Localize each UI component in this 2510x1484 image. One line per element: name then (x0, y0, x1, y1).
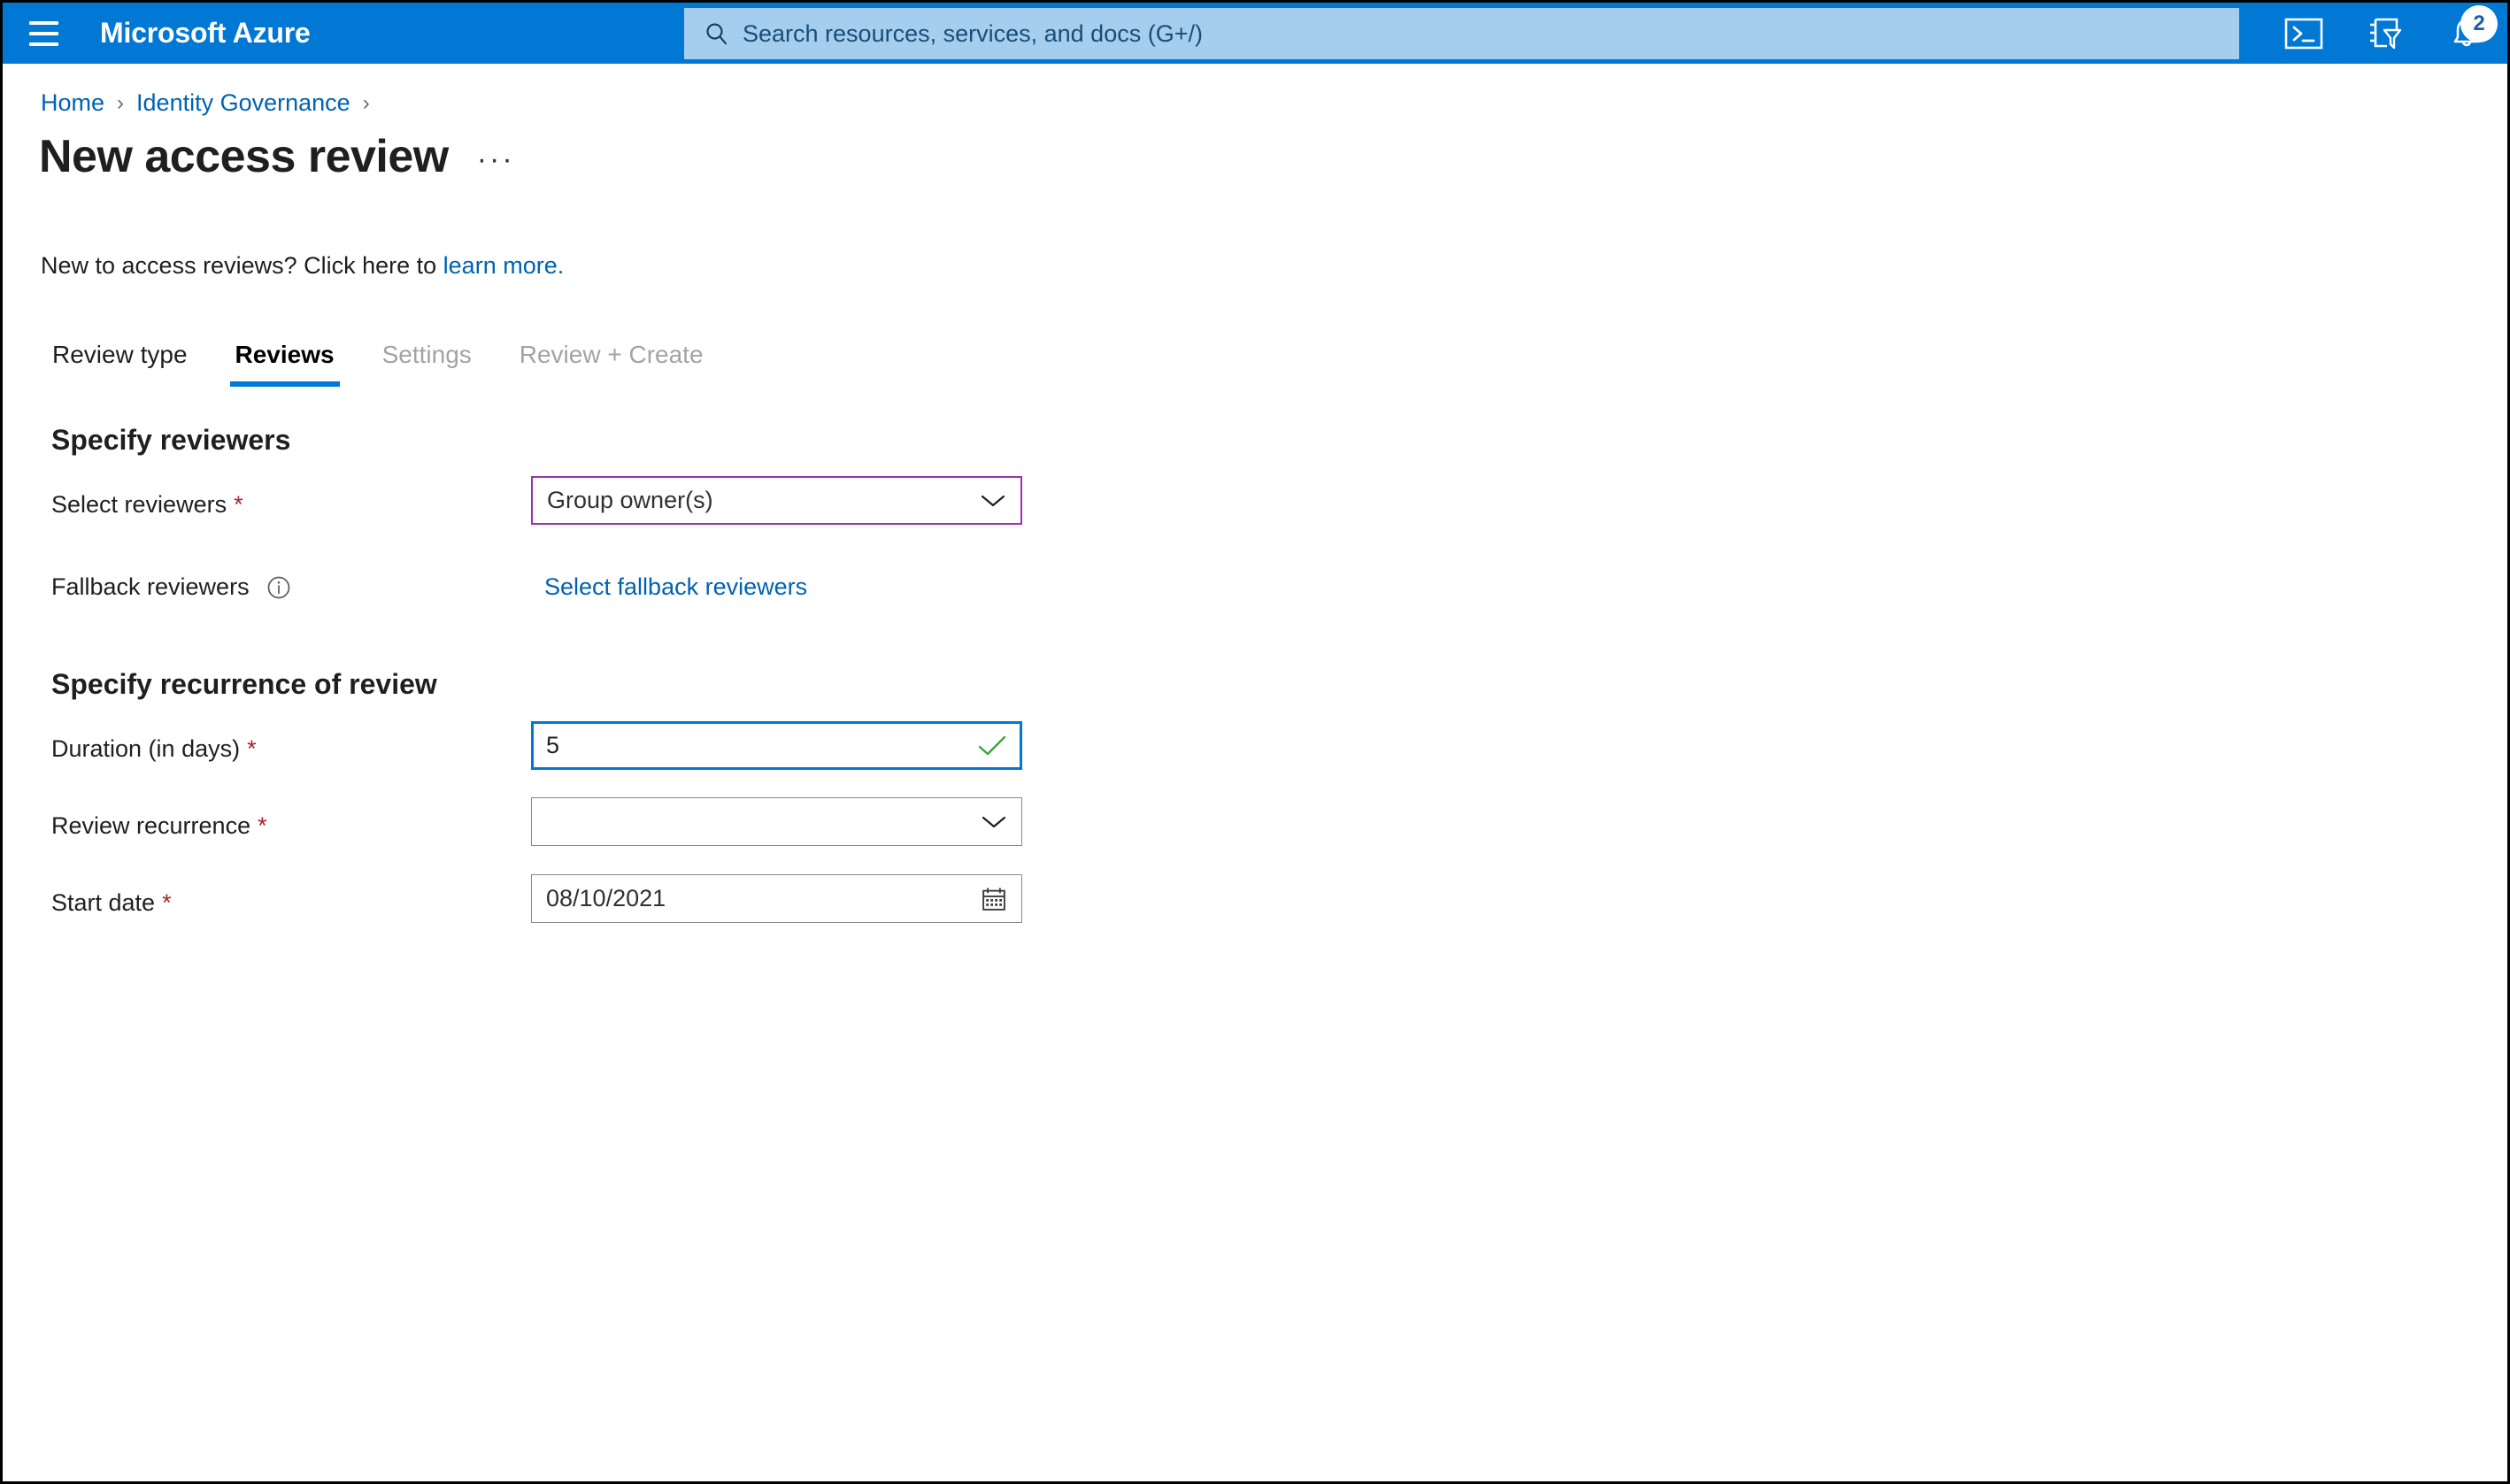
tab-reviews[interactable]: Reviews (212, 341, 358, 387)
label-review-recurrence-text: Review recurrence (51, 812, 251, 839)
duration-input[interactable] (546, 724, 977, 767)
chevron-down-icon (980, 493, 1006, 509)
required-asterisk: * (247, 735, 257, 762)
tab-review-type[interactable]: Review type (45, 341, 212, 387)
more-actions-button[interactable]: ··· (477, 144, 515, 180)
notifications-badge: 2 (2460, 5, 2498, 42)
breadcrumb-item-home[interactable]: Home (41, 89, 104, 117)
chevron-down-icon (981, 814, 1007, 830)
topbar-actions: 2 (2263, 3, 2507, 64)
breadcrumb: Home › Identity Governance › (41, 89, 382, 117)
calendar-icon[interactable] (981, 886, 1007, 912)
select-fallback-reviewers-link[interactable]: Select fallback reviewers (544, 573, 807, 601)
hamburger-bar (28, 20, 58, 25)
required-asterisk: * (162, 889, 172, 916)
start-date-input[interactable]: 08/10/2021 (531, 874, 1022, 923)
breadcrumb-item-identity-governance[interactable]: Identity Governance (136, 89, 350, 117)
intro-text: New to access reviews? Click here to lea… (41, 252, 564, 280)
directory-filter-icon[interactable] (2344, 3, 2426, 64)
label-select-reviewers: Select reviewers * (51, 491, 243, 519)
label-select-reviewers-text: Select reviewers (51, 491, 227, 518)
global-search-box[interactable] (684, 8, 2239, 59)
required-asterisk: * (258, 812, 267, 839)
hamburger-bar (28, 42, 58, 46)
hamburger-menu-icon[interactable] (15, 3, 72, 64)
info-icon[interactable] (266, 574, 292, 601)
top-navigation-bar: Microsoft Azure Search resources, servic… (3, 3, 2507, 64)
label-review-recurrence: Review recurrence * (51, 812, 267, 840)
breadcrumb-separator-icon: › (117, 90, 125, 115)
search-input[interactable] (743, 8, 2239, 59)
label-fallback-reviewers: Fallback reviewers (51, 573, 292, 601)
section-heading-specify-recurrence: Specify recurrence of review (51, 668, 437, 700)
notifications-bell-icon[interactable]: 2 (2426, 3, 2507, 64)
select-reviewers-value: Group owner(s) (547, 487, 713, 513)
required-asterisk: * (234, 491, 243, 518)
azure-portal-page: Microsoft Azure Search resources, servic… (0, 0, 2510, 1484)
label-start-date-text: Start date (51, 889, 156, 916)
wizard-tabs: Review type Reviews Settings Review + Cr… (45, 341, 728, 387)
tab-settings[interactable]: Settings (358, 341, 496, 387)
azure-brand-logo[interactable]: Microsoft Azure (100, 17, 311, 50)
tab-review-create[interactable]: Review + Create (496, 341, 728, 387)
breadcrumb-separator-icon: › (362, 90, 370, 115)
review-recurrence-dropdown[interactable] (531, 797, 1022, 846)
search-icon (704, 20, 730, 47)
label-duration-in-days: Duration (in days) * (51, 735, 257, 763)
checkmark-icon (977, 734, 1007, 757)
select-reviewers-dropdown[interactable]: Group owner(s) (531, 476, 1022, 525)
label-start-date: Start date * (51, 889, 172, 917)
page-title: New access review (39, 131, 449, 182)
cloud-shell-icon[interactable] (2263, 3, 2344, 64)
intro-text-static: New to access reviews? Click here to (41, 252, 443, 279)
section-heading-specify-reviewers: Specify reviewers (51, 424, 291, 456)
learn-more-link[interactable]: learn more. (443, 252, 565, 279)
duration-input-wrapper[interactable] (531, 721, 1022, 770)
hamburger-bar (28, 31, 58, 35)
label-fallback-reviewers-text: Fallback reviewers (51, 573, 250, 600)
start-date-value: 08/10/2021 (546, 885, 666, 911)
label-duration-text: Duration (in days) (51, 735, 241, 762)
page-header: New access review ··· (39, 134, 515, 180)
